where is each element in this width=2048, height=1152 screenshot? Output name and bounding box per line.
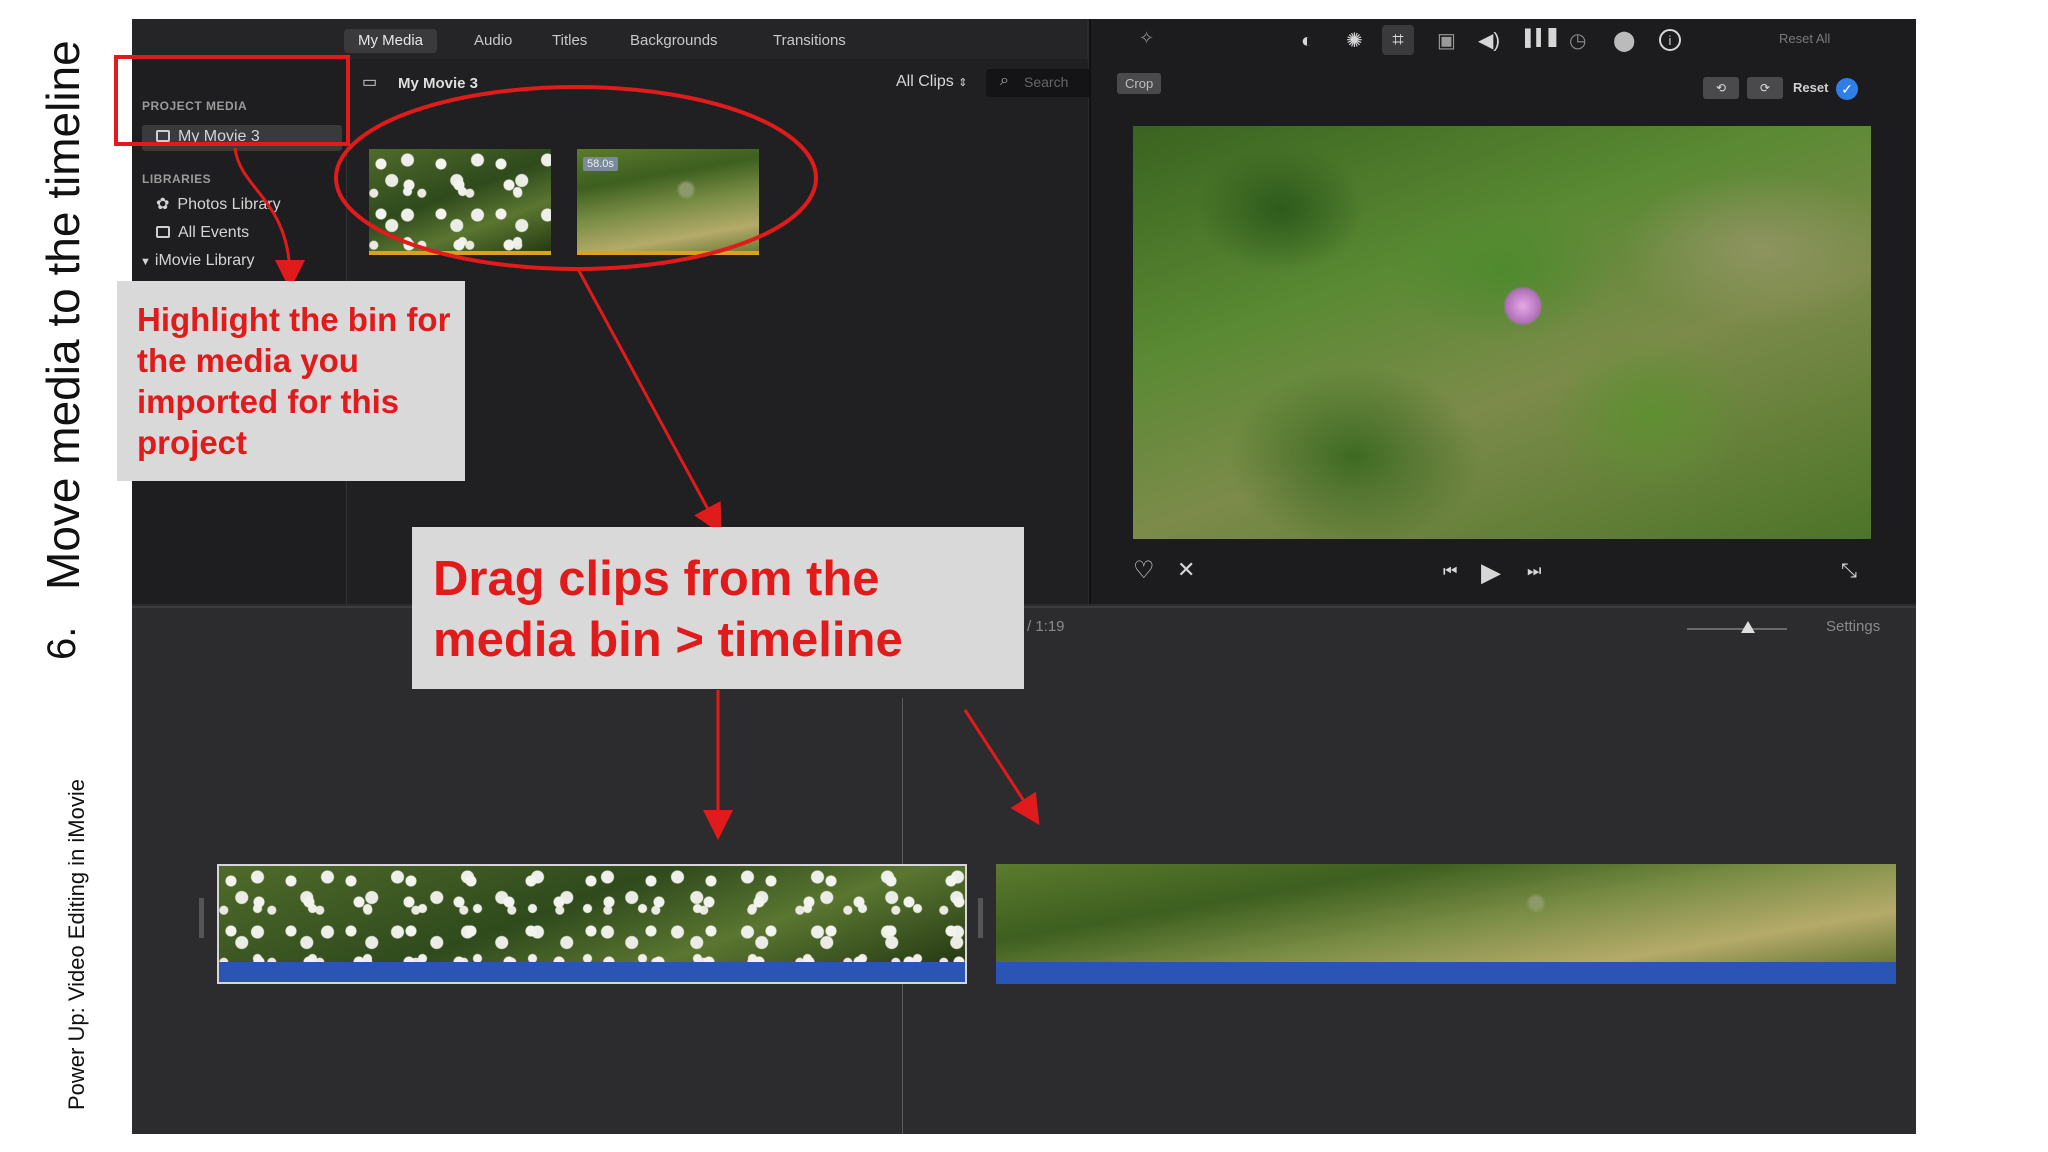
drag-annotation-callout: Drag clips from the media bin > timeline <box>412 527 1024 689</box>
media-bin-highlight-ellipse <box>334 85 818 271</box>
bin-arrow <box>233 147 305 290</box>
annotation-overlay <box>114 55 1040 840</box>
bin-annotation-callout: Highlight the bin for the media you impo… <box>117 281 465 481</box>
project-media-highlight-rect <box>114 55 350 146</box>
drag-arrow-to-box <box>576 268 722 535</box>
drag-arrow-diagonal <box>963 709 1040 826</box>
